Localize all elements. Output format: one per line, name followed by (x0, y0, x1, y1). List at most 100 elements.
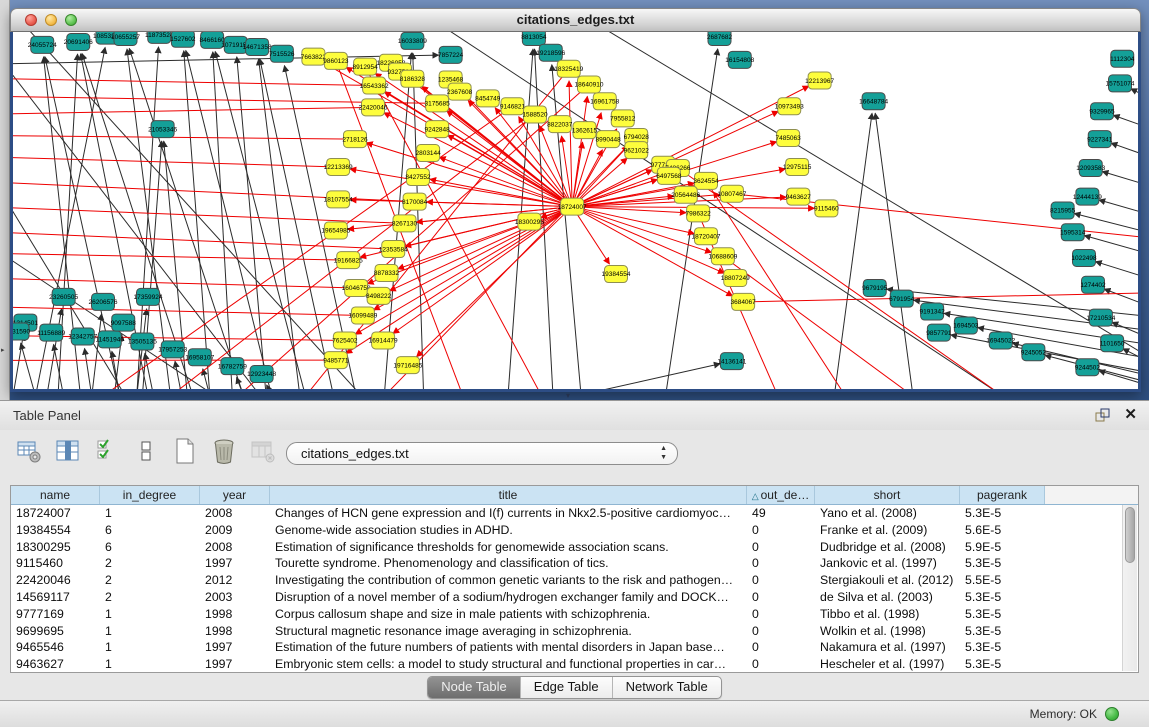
network-edge[interactable] (576, 364, 721, 389)
table-cell[interactable]: Nakamura et al. (1997) (815, 639, 960, 656)
table-cell[interactable]: 5.3E-5 (960, 589, 1045, 606)
column-header-short[interactable]: short (815, 486, 960, 504)
table-cell[interactable]: 2 (100, 589, 200, 606)
table-cell[interactable]: 6 (100, 539, 200, 556)
citation-edge[interactable] (13, 107, 373, 114)
table-cell[interactable]: de Silva et al. (2003) (815, 589, 960, 606)
table-cell[interactable]: 5.3E-5 (960, 606, 1045, 623)
table-selector-dropdown[interactable]: citations_edges.txt ▲▼ (286, 442, 678, 465)
table-cell[interactable]: 0 (747, 555, 815, 572)
network-node[interactable]: 19384554 (602, 266, 631, 283)
column-visibility-icon[interactable] (55, 437, 81, 465)
select-columns-icon[interactable] (94, 437, 120, 465)
network-node[interactable]: 7485063 (775, 130, 801, 147)
network-edge[interactable] (1102, 171, 1138, 189)
citation-edge[interactable] (572, 207, 694, 234)
table-cell[interactable]: 1 (100, 639, 200, 656)
network-graph[interactable]: 1872400724055724206914061085328910655257… (13, 32, 1138, 389)
network-node[interactable]: 10688609 (708, 248, 737, 265)
network-node[interactable]: 19218596 (536, 44, 565, 61)
network-node[interactable]: 9245052 (1021, 344, 1047, 361)
network-node[interactable]: 18724007 (558, 198, 587, 215)
network-node[interactable]: 1101650 (1100, 335, 1125, 352)
table-cell[interactable]: 22420046 (11, 572, 100, 589)
network-node[interactable]: 15751074 (1106, 75, 1135, 92)
table-cell[interactable]: 1998 (200, 606, 270, 623)
table-cell[interactable]: 9115460 (11, 555, 100, 572)
table-row[interactable]: 1830029562008Estimation of significance … (11, 539, 1138, 556)
table-cell[interactable]: 0 (747, 539, 815, 556)
table-row[interactable]: 911546021997Tourette syndrome. Phenomeno… (11, 555, 1138, 572)
table-cell[interactable]: Investigating the contribution of common… (270, 572, 747, 589)
network-node[interactable]: 14671358 (243, 38, 272, 55)
network-node[interactable]: 2367608 (447, 83, 473, 100)
tab-node-table[interactable]: Node Table (428, 677, 521, 698)
table-cell[interactable]: 1997 (200, 555, 270, 572)
table-cell[interactable]: Wolkin et al. (1998) (815, 623, 960, 640)
tab-edge-table[interactable]: Edge Table (521, 677, 613, 698)
network-node[interactable]: 8186328 (400, 70, 426, 87)
network-node[interactable]: 1112304 (1110, 50, 1135, 67)
close-window-button[interactable] (25, 14, 37, 26)
network-node[interactable]: 9485771 (323, 352, 349, 369)
network-node[interactable]: 16782759 (218, 358, 247, 375)
network-node[interactable]: 16648784 (859, 93, 888, 110)
network-node[interactable]: 12975115 (783, 158, 812, 175)
network-edge[interactable] (92, 314, 102, 389)
tab-network-table[interactable]: Network Table (613, 677, 721, 698)
network-node[interactable]: 9227341 (1087, 131, 1113, 148)
table-cell[interactable]: Tibbo et al. (1998) (815, 606, 960, 623)
table-row[interactable]: 1938455462009Genome-wide association stu… (11, 522, 1138, 539)
network-node[interactable]: 18640910 (575, 76, 604, 93)
network-node[interactable]: 8990448 (595, 131, 621, 148)
table-cell[interactable]: 2 (100, 555, 200, 572)
network-edge[interactable] (834, 113, 872, 389)
table-cell[interactable]: 2003 (200, 589, 270, 606)
network-node[interactable]: 8454749 (475, 90, 501, 107)
network-edge[interactable] (441, 32, 1004, 389)
table-cell[interactable]: 6 (100, 522, 200, 539)
network-node[interactable]: 24055724 (28, 36, 57, 53)
close-panel-icon[interactable]: ✕ (1124, 405, 1137, 425)
network-edge[interactable] (1113, 115, 1138, 132)
network-node[interactable]: 9463627 (786, 188, 812, 205)
network-node[interactable]: 19166825 (334, 252, 363, 269)
network-node[interactable]: 26206576 (89, 293, 118, 310)
table-cell[interactable]: 1 (100, 623, 200, 640)
citation-edge[interactable] (723, 256, 913, 389)
table-cell[interactable]: Dudbridge et al. (2008) (815, 539, 960, 556)
table-cell[interactable]: 18724007 (11, 505, 100, 522)
table-cell[interactable]: Estimation of significance thresholds fo… (270, 539, 747, 556)
network-node[interactable]: 10655257 (111, 32, 140, 45)
network-node[interactable]: 8267130 (392, 215, 418, 232)
table-cell[interactable]: 2009 (200, 522, 270, 539)
network-node[interactable]: 16033809 (398, 32, 427, 49)
network-node[interactable]: 1694503 (953, 317, 979, 334)
citation-edge[interactable] (13, 307, 363, 316)
table-cell[interactable]: 2012 (200, 572, 270, 589)
network-node[interactable]: 8427552 (405, 168, 431, 185)
network-node[interactable]: 1588520 (522, 106, 548, 123)
network-node[interactable]: 21053346 (148, 121, 177, 138)
network-node[interactable]: 10807467 (717, 185, 746, 202)
network-node[interactable]: 6497568 (656, 167, 682, 184)
new-table-icon[interactable] (172, 437, 198, 465)
network-edge[interactable] (237, 377, 244, 389)
network-edge[interactable] (1123, 349, 1138, 368)
network-window[interactable]: citations_edges.txt 18724007240557242069… (10, 8, 1141, 392)
table-cell[interactable]: 2008 (200, 505, 270, 522)
network-node[interactable]: 8878332 (374, 264, 400, 281)
network-node[interactable]: 7625402 (332, 332, 358, 349)
table-cell[interactable]: 1997 (200, 656, 270, 673)
network-node[interactable]: 14136141 (717, 353, 746, 370)
column-header-year[interactable]: year (200, 486, 270, 504)
network-node[interactable]: 11156889 (37, 324, 65, 341)
table-cell[interactable]: 18300295 (11, 539, 100, 556)
table-cell[interactable]: 5.9E-5 (960, 539, 1045, 556)
table-cell[interactable]: 1 (100, 606, 200, 623)
network-node[interactable]: 9860123 (323, 52, 349, 69)
network-node[interactable]: 2687682 (707, 32, 733, 45)
table-cell[interactable]: 1 (100, 505, 200, 522)
network-node[interactable]: 8170084 (402, 193, 428, 210)
table-row[interactable]: 1456911722003Disruption of a novel membe… (11, 589, 1138, 606)
